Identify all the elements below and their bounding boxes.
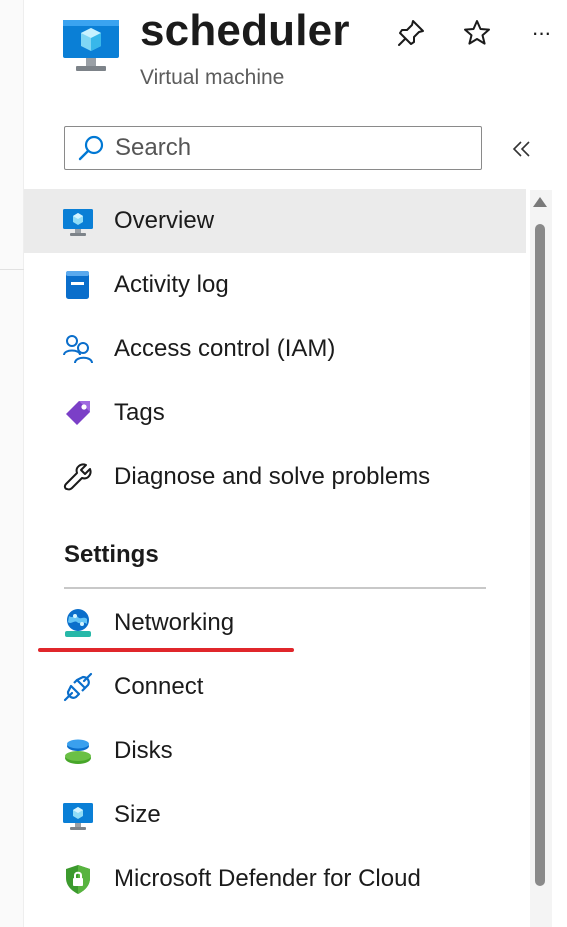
scroll-up-icon[interactable] bbox=[532, 196, 548, 208]
favorite-button[interactable] bbox=[460, 16, 494, 50]
virtual-machine-icon bbox=[63, 20, 119, 71]
shield-lock-icon bbox=[66, 865, 90, 894]
nav-item-label: Diagnose and solve problems bbox=[114, 463, 431, 490]
nav-item-label: Connect bbox=[114, 673, 204, 700]
red-underline-annotation bbox=[38, 648, 294, 652]
wrench-icon bbox=[63, 463, 92, 491]
people-icon bbox=[63, 335, 93, 364]
double-chevron-left-icon bbox=[512, 141, 530, 157]
more-button[interactable]: ··· bbox=[524, 16, 558, 50]
settings-section-title: Settings bbox=[64, 541, 159, 568]
pin-icon bbox=[398, 20, 424, 46]
more-icon: ··· bbox=[531, 20, 552, 45]
virtual-machine-icon bbox=[63, 209, 93, 236]
background-panel-edge bbox=[0, 0, 24, 927]
nav-item-label: Networking bbox=[114, 609, 235, 636]
pin-button[interactable] bbox=[394, 16, 428, 50]
nav-item-disks[interactable]: Disks bbox=[24, 719, 526, 783]
nav-item-overview[interactable]: Overview bbox=[24, 189, 526, 253]
search-input[interactable] bbox=[113, 133, 477, 163]
nav-item-activity-log[interactable]: Activity log bbox=[24, 253, 526, 317]
collapse-menu-button[interactable] bbox=[508, 136, 536, 162]
activity-log-icon bbox=[66, 271, 89, 299]
nav-item-defender[interactable]: Microsoft Defender for Cloud bbox=[24, 847, 526, 911]
nav-item-access-control[interactable]: Access control (IAM) bbox=[24, 317, 526, 381]
resource-header: scheduler Virtual machine ··· bbox=[24, 0, 567, 110]
search-icon bbox=[78, 135, 104, 161]
nav-item-label: Overview bbox=[114, 207, 215, 234]
nav-item-size[interactable]: Size bbox=[24, 783, 526, 847]
star-icon bbox=[464, 20, 490, 45]
nav-item-label: Microsoft Defender for Cloud bbox=[114, 865, 421, 892]
nav-item-label: Access control (IAM) bbox=[114, 335, 336, 362]
nav-item-label: Tags bbox=[114, 399, 165, 426]
background-divider bbox=[0, 269, 24, 270]
monitor-size-icon bbox=[63, 803, 93, 830]
networking-globe-icon bbox=[65, 609, 91, 637]
nav-item-networking[interactable]: Networking bbox=[24, 591, 526, 655]
plug-icon bbox=[63, 672, 93, 702]
search-box[interactable] bbox=[64, 126, 482, 170]
nav-item-diagnose[interactable]: Diagnose and solve problems bbox=[24, 445, 526, 509]
page-title: scheduler bbox=[140, 6, 350, 55]
disks-icon bbox=[65, 739, 91, 764]
nav-item-tags[interactable]: Tags bbox=[24, 381, 526, 445]
nav-item-label: Disks bbox=[114, 737, 173, 764]
nav-item-connect[interactable]: Connect bbox=[24, 655, 526, 719]
scrollbar-thumb[interactable] bbox=[535, 224, 545, 886]
resource-type: Virtual machine bbox=[140, 66, 285, 89]
nav-item-label: Size bbox=[114, 801, 161, 828]
nav-item-label: Activity log bbox=[114, 271, 229, 298]
tag-icon bbox=[66, 401, 90, 425]
section-divider bbox=[64, 587, 486, 589]
